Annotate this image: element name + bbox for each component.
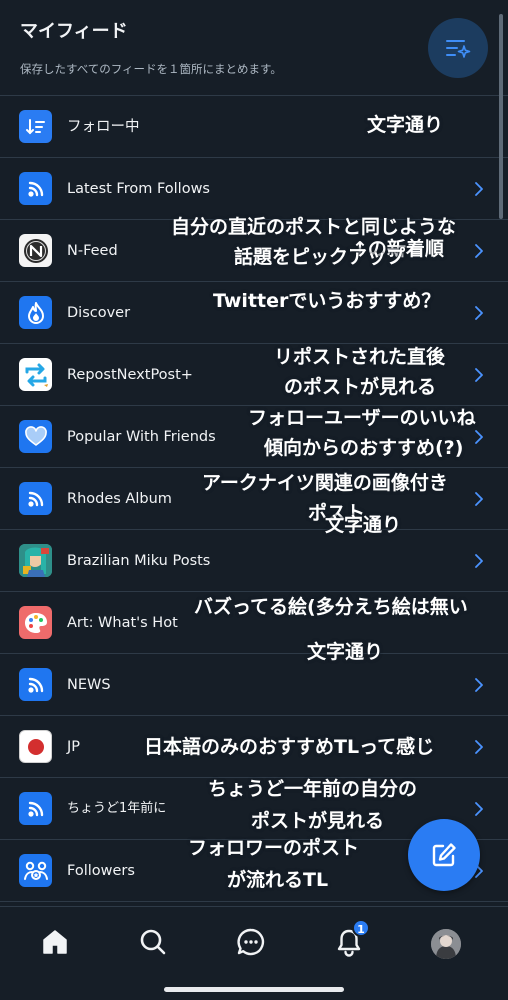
compose-post-button[interactable] [408,819,480,891]
bottom-tab-bar: 1 [0,906,508,1000]
annotation-note: のポストが見れる [284,376,437,398]
feed-icon [19,172,52,205]
annotation-note: ちょうど一年前の自分の [208,778,418,800]
annotation-note: 文字通り [325,514,402,536]
annotation-note: 傾向からのおすすめ(?) [264,437,464,459]
feed-icon [19,668,52,701]
compose-icon [432,843,456,867]
notification-badge: 1 [352,919,370,937]
feed-name: Discover [67,305,131,321]
header: マイフィード 保存したすべてのフィードを１箇所にまとめます。 [0,0,508,96]
chevron-right-icon [475,740,483,754]
feed-icon [19,482,52,515]
annotation-note: バズってる絵(多分えち絵は無い [194,596,468,618]
feed-icon [19,792,52,825]
annotation-note: フォローユーザーのいいね [248,407,476,429]
search-icon [140,929,166,955]
my-feeds-screen: マイフィード 保存したすべてのフィードを１箇所にまとめます。 フォロー中 文字通… [0,0,508,1000]
home-icon [43,930,67,954]
miku-art-icon [19,544,52,577]
feed-list: フォロー中 文字通り Latest From Follows ↑の新着順 N-F… [0,96,508,902]
feed-item-brazilian-miku-posts[interactable]: Brazilian Miku Posts 文字通り [0,514,508,592]
chevron-right-icon [475,802,483,816]
feed-name: Brazilian Miku Posts [67,553,211,569]
feed-name: フォロー中 [67,119,140,135]
discover-feeds-button[interactable] [428,18,488,78]
annotation-note: Twitterでいうおすすめ？ [213,290,441,312]
home-indicator [164,987,344,992]
feed-item-n-feed[interactable]: N-Feed 自分の直近のポストと同じような 話題をピックアップ [0,216,508,282]
chevron-right-icon [475,492,483,506]
feed-item-following[interactable]: フォロー中 文字通り [0,96,508,158]
feed-name: RepostNextPost+ [67,367,193,383]
feed-item-rhodes-album[interactable]: Rhodes Album アークナイツ関連の画像付き ポスト [0,468,508,530]
page-title: マイフィード [20,21,128,42]
chevron-right-icon [475,368,483,382]
tab-search[interactable] [135,924,171,960]
feed-item-repost-next-post[interactable]: RepostNextPost+ リポストされた直後 のポストが見れる [0,344,508,406]
annotation-note: 日本語のみのおすすめTLって感じ [144,736,435,758]
annotation-note: 自分の直近のポストと同じような [171,216,457,238]
chevron-right-icon [475,554,483,568]
sparkle-list-icon [446,40,471,58]
chevron-right-icon [475,182,483,196]
n-feed-logo-icon [19,234,52,267]
chevron-right-icon [475,244,483,258]
page-subtitle: 保存したすべてのフィードを１箇所にまとめます。 [20,62,282,76]
annotation-note: 文字通り [307,641,384,663]
feed-name: ちょうど1年前に [67,801,167,816]
feed-item-jp[interactable]: JP 日本語のみのおすすめTLって感じ [0,716,508,778]
repost-icon [19,358,52,391]
feed-name: Art: What's Hot [67,615,178,631]
feed-item-news[interactable]: NEWS 文字通り [0,641,508,716]
chevron-right-icon [475,430,483,444]
flame-icon [19,296,52,329]
feed-name: Popular With Friends [67,429,216,445]
followers-icon [19,854,52,887]
scrollbar[interactable] [499,14,503,219]
chevron-right-icon [475,306,483,320]
feed-name: N-Feed [67,243,118,259]
feed-name: NEWS [67,677,111,693]
annotation-note: が流れるTL [227,869,329,891]
annotation-note: 話題をピックアップ [234,246,406,268]
heart-icon [19,420,52,453]
feed-name: JP [67,739,81,755]
feed-item-popular-with-friends[interactable]: Popular With Friends フォローユーザーのいいね 傾向からのお… [0,406,508,468]
chevron-right-icon [475,678,483,692]
feed-name: Followers [67,863,135,879]
feed-name: Rhodes Album [67,491,172,507]
tab-chat[interactable] [233,924,269,960]
annotation-note: フォロワーのポスト [188,837,360,859]
sort-icon [19,110,52,143]
tab-home[interactable] [37,924,73,960]
palette-icon [19,606,52,639]
annotation-note: アークナイツ関連の画像付き [202,472,448,494]
feed-item-discover[interactable]: Discover Twitterでいうおすすめ？ [0,282,508,344]
annotation-note: 文字通り [367,114,444,136]
chat-bubble-icon [237,928,265,956]
profile-avatar[interactable] [431,929,461,959]
feed-item-art-whats-hot[interactable]: Art: What's Hot バズってる絵(多分えち絵は無い [0,592,508,654]
japan-flag-icon [19,730,52,763]
annotation-note: リポストされた直後 [274,346,446,368]
